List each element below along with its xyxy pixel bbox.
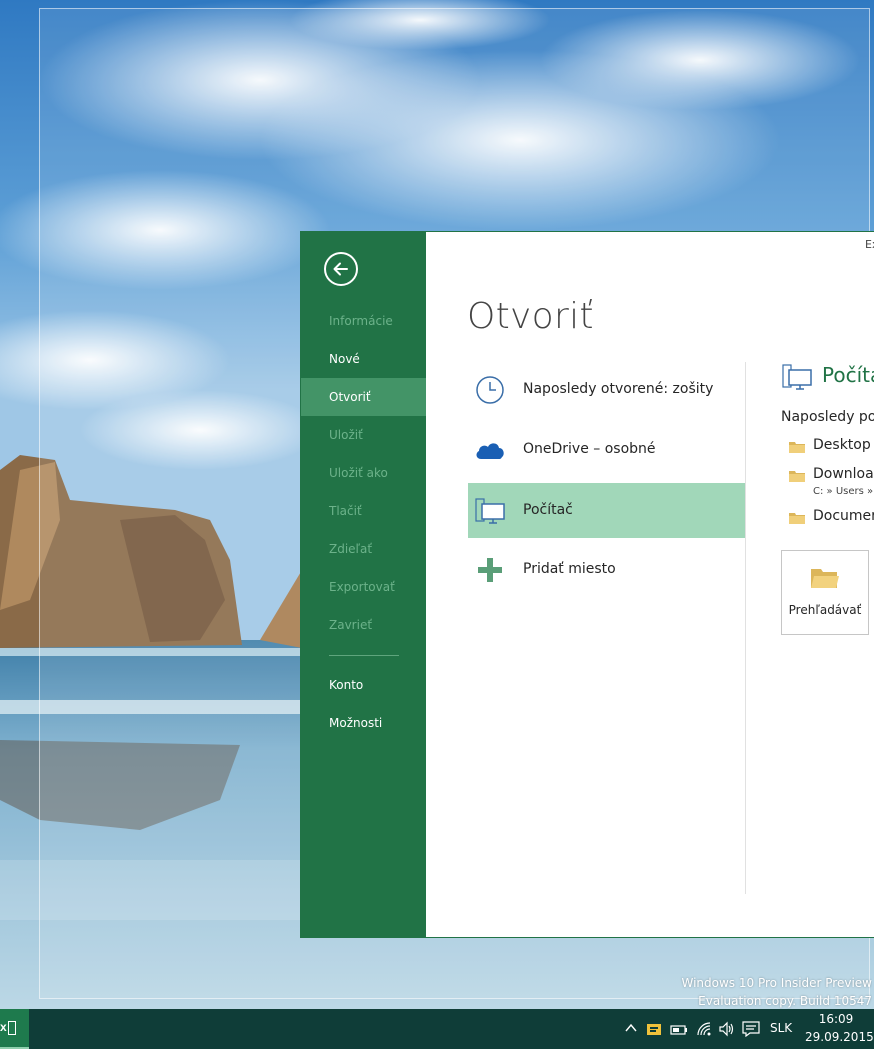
- folder-name: Documer: [813, 508, 874, 524]
- nav-item-export[interactable]: Exportovať: [301, 568, 426, 606]
- excel-sheet-icon: [8, 1021, 16, 1035]
- place-onedrive[interactable]: OneDrive – osobné: [468, 422, 745, 477]
- folder-name: Desktop: [813, 437, 871, 453]
- nav-item-print[interactable]: Tlačiť: [301, 492, 426, 530]
- network-icon[interactable]: [696, 1021, 712, 1037]
- plus-icon: [478, 558, 502, 582]
- computer-detail-title: Počíta: [822, 363, 874, 387]
- column-separator: [745, 362, 746, 894]
- nav-item-close[interactable]: Zavrieť: [301, 606, 426, 644]
- nav-item-open[interactable]: Otvoriť: [301, 378, 426, 416]
- place-recent-workbooks[interactable]: Naposledy otvorené: zošity: [468, 362, 745, 417]
- nav-item-save[interactable]: Uložiť: [301, 416, 426, 454]
- nav-item-info[interactable]: Informácie: [301, 302, 426, 340]
- clock-date[interactable]: 29.09.2015: [805, 1030, 874, 1044]
- battery-power-icon[interactable]: [670, 1021, 688, 1037]
- taskbar: x SLK 16:09 29.09.2015: [0, 1009, 874, 1049]
- nav-item-new[interactable]: Nové: [301, 340, 426, 378]
- nav-item-share[interactable]: Zdieľať: [301, 530, 426, 568]
- arrow-left-icon: [333, 262, 348, 276]
- folder-icon: [789, 442, 805, 453]
- notification-badge-icon[interactable]: [646, 1021, 662, 1037]
- volume-icon[interactable]: [718, 1021, 736, 1037]
- computer-icon: [782, 364, 812, 390]
- taskbar-excel-button[interactable]: x: [0, 1009, 29, 1049]
- folder-name: Downloa: [813, 466, 874, 482]
- place-computer[interactable]: Počítač: [468, 483, 745, 538]
- input-language-indicator[interactable]: SLK: [770, 1021, 792, 1035]
- window-caption: Ex: [865, 238, 874, 251]
- clock-icon: [476, 376, 504, 404]
- back-button[interactable]: [324, 252, 358, 286]
- recent-folders-heading: Naposledy po: [781, 409, 874, 425]
- clock-time[interactable]: 16:09: [810, 1012, 862, 1026]
- open-folder-icon: [811, 569, 839, 588]
- windows-watermark: Windows 10 Pro Insider Preview Evaluatio…: [632, 974, 872, 1010]
- nav-item-account[interactable]: Konto: [301, 666, 426, 704]
- place-add[interactable]: Pridať miesto: [468, 542, 745, 597]
- backstage-nav: Informácie Nové Otvoriť Uložiť Uložiť ak…: [301, 232, 426, 937]
- place-computer-label: Počítač: [523, 502, 573, 518]
- excel-app-icon: x: [0, 1020, 7, 1034]
- excel-backstage-window: Informácie Nové Otvoriť Uložiť Uložiť ak…: [301, 232, 874, 937]
- place-add-label: Pridať miesto: [523, 561, 616, 577]
- watermark-build: Evaluation copy. Build 10547: [698, 994, 872, 1008]
- nav-item-options[interactable]: Možnosti: [301, 704, 426, 742]
- action-center-icon[interactable]: [742, 1021, 760, 1037]
- computer-icon: [475, 498, 505, 524]
- folder-icon: [789, 513, 805, 524]
- watermark-edition: Windows 10 Pro Insider Preview: [681, 976, 872, 990]
- chevron-up-icon[interactable]: [624, 1021, 638, 1035]
- nav-item-save-as[interactable]: Uložiť ako: [301, 454, 426, 492]
- nav-divider: [329, 655, 399, 656]
- folder-path: C: » Users »: [813, 486, 874, 497]
- page-title: Otvoriť: [467, 296, 594, 337]
- folder-icon: [789, 471, 805, 482]
- place-recent-label: Naposledy otvorené: zošity: [523, 381, 714, 397]
- browse-label: Prehľadávať: [788, 603, 862, 617]
- onedrive-cloud-icon: [476, 443, 504, 459]
- browse-button[interactable]: Prehľadávať: [781, 550, 869, 635]
- place-onedrive-label: OneDrive – osobné: [523, 441, 656, 457]
